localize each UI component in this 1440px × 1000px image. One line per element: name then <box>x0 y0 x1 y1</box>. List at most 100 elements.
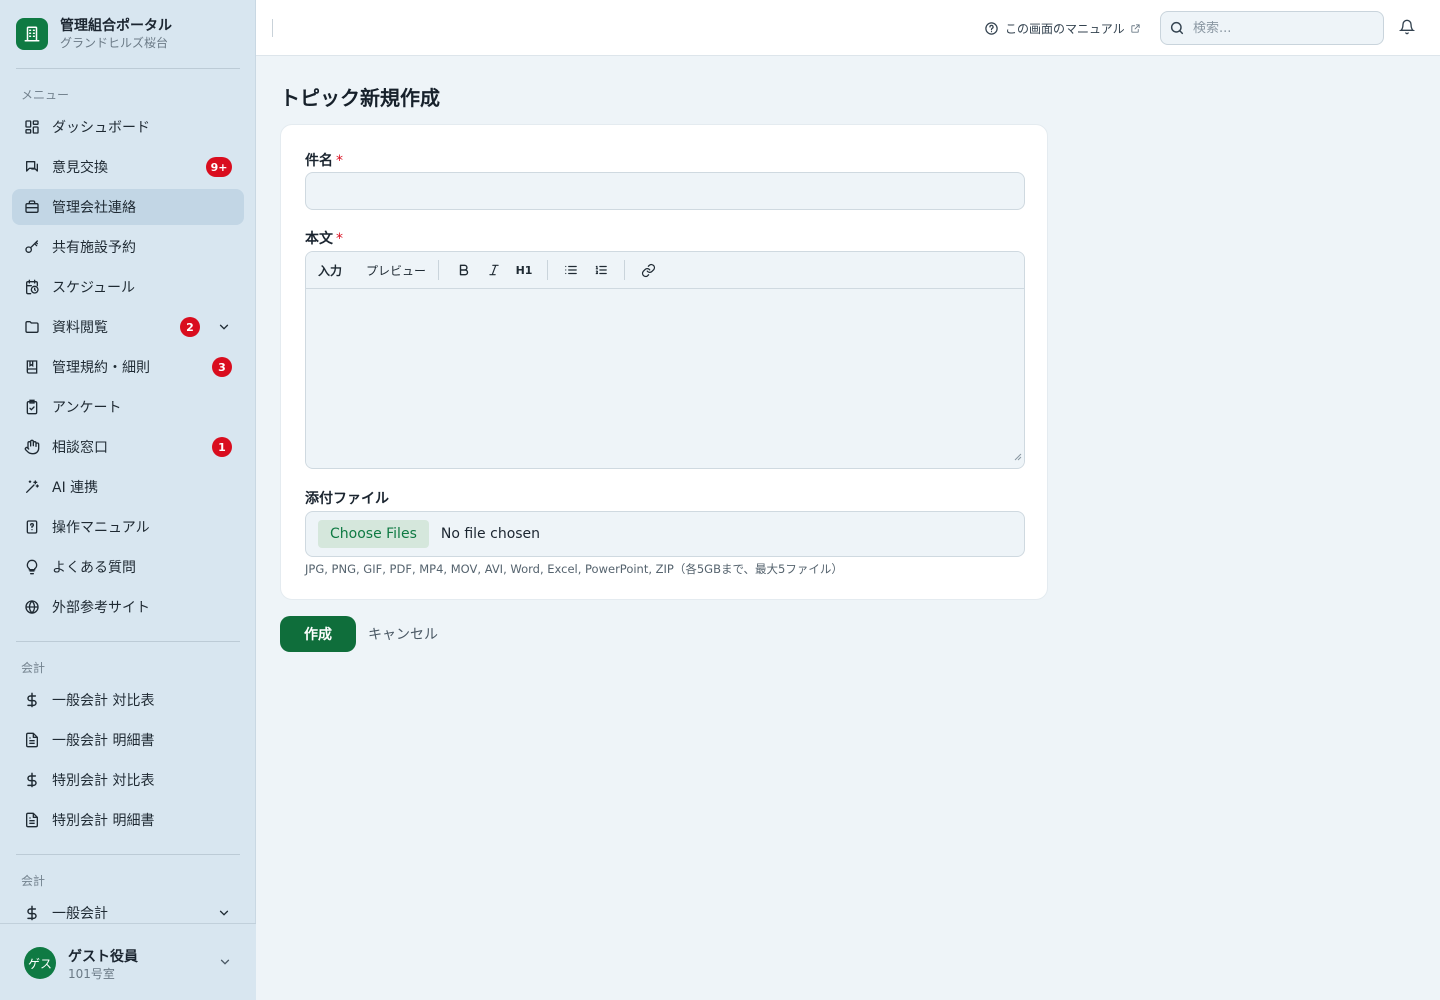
bell-icon[interactable] <box>1398 19 1417 37</box>
sidebar-item-faq[interactable]: よくある質問 <box>12 549 244 585</box>
italic-icon[interactable] <box>483 259 505 281</box>
subject-input[interactable] <box>305 172 1025 210</box>
file-hint: JPG, PNG, GIF, PDF, MP4, MOV, AVI, Word,… <box>305 562 843 576</box>
toolbar-separator <box>547 260 549 280</box>
sidebar-item-general-comparison[interactable]: 一般会計 対比表 <box>12 682 244 718</box>
brand-title: 管理組合ポータル <box>60 18 172 34</box>
notification-badge: 9+ <box>206 157 232 177</box>
calendar-clock-icon <box>24 279 40 295</box>
sidebar-item-management-contact[interactable]: 管理会社連絡 <box>12 189 244 225</box>
key-icon <box>24 239 40 255</box>
dollar-icon <box>24 905 40 921</box>
sidebar-divider <box>16 854 240 855</box>
bullet-list-icon[interactable] <box>560 259 582 281</box>
sidebar-item-manual[interactable]: 操作マニュアル <box>12 509 244 545</box>
folder-icon <box>24 319 40 335</box>
create-button[interactable]: 作成 <box>280 616 356 652</box>
link-icon[interactable] <box>637 259 659 281</box>
heading1-text: H1 <box>515 263 533 277</box>
file-input[interactable]: Choose Files No file chosen <box>305 511 1025 557</box>
cancel-button[interactable]: キャンセル <box>368 624 438 644</box>
sidebar-item-label: 特別会計 対比表 <box>52 773 155 789</box>
choose-files-button[interactable]: Choose Files <box>318 520 429 548</box>
accounting2-section-label: 会計 <box>21 874 46 888</box>
dollar-icon <box>24 772 40 788</box>
body-label: 本文 * <box>305 228 343 248</box>
notification-badge: 3 <box>212 357 232 377</box>
sidebar-item-label: アンケート <box>52 400 122 416</box>
resize-handle-icon[interactable] <box>1014 449 1022 465</box>
sidebar-item-label: 一般会計 <box>52 906 108 922</box>
top-bar: この画面のマニュアル <box>256 0 1440 56</box>
screen-manual-link[interactable]: この画面のマニュアル <box>984 18 1141 38</box>
sidebar-item-label: 一般会計 明細書 <box>52 733 155 749</box>
tab-preview[interactable]: プレビュー <box>354 262 438 279</box>
sidebar: 管理組合ポータル グランドヒルズ桜台 メニュー ダッシュボード 意見交換 9+ … <box>0 0 256 1000</box>
globe-icon <box>24 599 40 615</box>
user-menu[interactable]: ゲス ゲスト役員 101号室 <box>0 923 256 1000</box>
subject-label-text: 件名 <box>305 153 333 169</box>
book-icon <box>24 359 40 375</box>
sidebar-item-facility-booking[interactable]: 共有施設予約 <box>12 229 244 265</box>
sidebar-item-survey[interactable]: アンケート <box>12 389 244 425</box>
bold-icon[interactable] <box>453 259 475 281</box>
sidebar-item-label: スケジュール <box>52 280 136 296</box>
sidebar-item-documents[interactable]: 資料閲覧 2 <box>12 309 244 345</box>
topbar-separator <box>272 19 273 37</box>
heading1-icon[interactable]: H1 <box>513 259 535 281</box>
hand-icon <box>24 439 40 455</box>
sidebar-item-bylaws[interactable]: 管理規約・細則 3 <box>12 349 244 385</box>
sidebar-item-special-statement[interactable]: 特別会計 明細書 <box>12 802 244 838</box>
sidebar-item-general-statement[interactable]: 一般会計 明細書 <box>12 722 244 758</box>
required-mark: * <box>336 153 343 169</box>
search-input[interactable] <box>1193 20 1363 36</box>
body-label-text: 本文 <box>305 231 333 247</box>
sidebar-item-special-comparison[interactable]: 特別会計 対比表 <box>12 762 244 798</box>
notification-badge: 1 <box>212 437 232 457</box>
document-icon <box>24 732 40 748</box>
sidebar-item-label: 外部参考サイト <box>52 600 150 616</box>
markdown-editor: 入力 プレビュー H1 <box>305 251 1025 469</box>
sidebar-item-schedule[interactable]: スケジュール <box>12 269 244 305</box>
sidebar-item-label: 意見交換 <box>52 160 108 176</box>
sidebar-item-label: よくある質問 <box>52 560 136 576</box>
sidebar-item-ai[interactable]: AI 連携 <box>12 469 244 505</box>
sidebar-item-label: 相談窓口 <box>52 440 108 456</box>
sidebar-item-label: 管理会社連絡 <box>52 200 136 216</box>
sidebar-item-label: 共有施設予約 <box>52 240 136 256</box>
dashboard-icon <box>24 119 40 135</box>
numbered-list-icon[interactable] <box>590 259 612 281</box>
menu-section-label: メニュー <box>21 88 70 102</box>
sidebar-item-label: 特別会計 明細書 <box>52 813 155 829</box>
chevron-down-icon[interactable] <box>216 319 232 335</box>
no-file-text: No file chosen <box>440 526 541 542</box>
sidebar-item-label: 一般会計 対比表 <box>52 693 155 709</box>
sidebar-divider <box>16 641 240 642</box>
sidebar-item-dashboard[interactable]: ダッシュボード <box>12 109 244 145</box>
building-icon <box>16 18 48 50</box>
brand[interactable]: 管理組合ポータル グランドヒルズ桜台 <box>16 16 172 52</box>
user-room: 101号室 <box>68 967 115 981</box>
sidebar-item-label: AI 連携 <box>52 480 99 496</box>
sidebar-item-discussion[interactable]: 意見交換 9+ <box>12 149 244 185</box>
sidebar-item-label: ダッシュボード <box>52 120 150 136</box>
sidebar-item-label: 操作マニュアル <box>52 520 150 536</box>
sidebar-item-consultation[interactable]: 相談窓口 1 <box>12 429 244 465</box>
sidebar-item-label: 管理規約・細則 <box>52 360 150 376</box>
chevron-down-icon[interactable] <box>218 955 232 973</box>
magic-wand-icon <box>24 479 40 495</box>
manual-icon <box>24 519 40 535</box>
user-name: ゲスト役員 <box>68 949 138 965</box>
external-link-icon <box>1130 23 1141 34</box>
tab-input[interactable]: 入力 <box>306 262 354 279</box>
required-mark: * <box>336 231 343 247</box>
sidebar-item-external-sites[interactable]: 外部参考サイト <box>12 589 244 625</box>
briefcase-icon <box>24 199 40 215</box>
body-textarea[interactable] <box>306 289 1024 467</box>
toolbar-separator <box>438 260 440 280</box>
search-box[interactable] <box>1160 11 1384 45</box>
sidebar-divider <box>16 68 240 69</box>
editor-toolbar: 入力 プレビュー H1 <box>306 252 1024 289</box>
attachment-label: 添付ファイル <box>305 491 389 507</box>
chevron-down-icon[interactable] <box>216 905 232 921</box>
